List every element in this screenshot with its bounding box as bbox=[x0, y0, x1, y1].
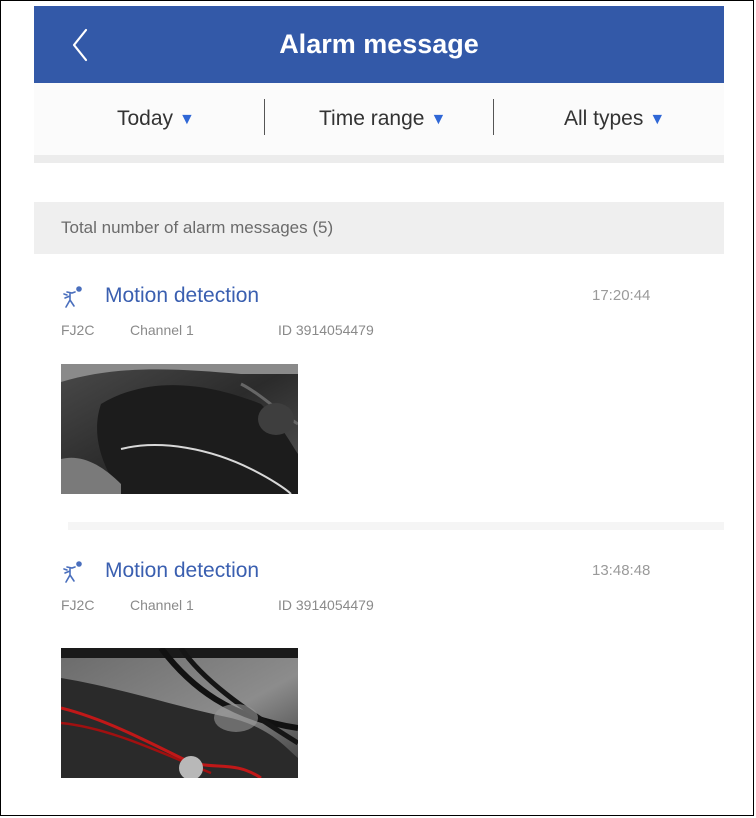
type-filter-dropdown[interactable]: All types ▼ bbox=[564, 83, 665, 155]
alarm-time: 17:20:44 bbox=[592, 287, 651, 304]
alarm-list-item[interactable]: Motion detection 13:48:48 FJ2C Channel 1… bbox=[34, 557, 724, 787]
date-filter-dropdown[interactable]: Today ▼ bbox=[117, 83, 195, 155]
triangle-down-icon: ▼ bbox=[179, 111, 195, 128]
triangle-down-icon: ▼ bbox=[430, 111, 447, 128]
channel-label: Channel 1 bbox=[130, 597, 194, 613]
device-name: FJ2C bbox=[61, 597, 95, 613]
page-title: Alarm message bbox=[279, 29, 479, 59]
alarm-snapshot-image[interactable] bbox=[61, 364, 298, 494]
time-range-filter-label: Time range bbox=[319, 107, 425, 130]
alarm-list-item[interactable]: Motion detection 17:20:44 FJ2C Channel 1… bbox=[34, 282, 724, 512]
alarm-type-label: Motion detection bbox=[105, 284, 260, 307]
list-separator bbox=[68, 522, 724, 530]
divider-band bbox=[34, 155, 724, 163]
motion-icon bbox=[63, 286, 82, 308]
alarm-snapshot-image[interactable] bbox=[61, 648, 298, 778]
alarm-time: 13:48:48 bbox=[592, 562, 651, 579]
device-name: FJ2C bbox=[61, 322, 95, 338]
type-filter-label: All types bbox=[564, 107, 644, 130]
triangle-down-icon: ▼ bbox=[649, 111, 666, 128]
alarm-type-label: Motion detection bbox=[105, 559, 260, 582]
motion-icon bbox=[63, 561, 82, 583]
filter-bar: Today ▼ Time range ▼ All types ▼ bbox=[34, 83, 724, 155]
snapshot-graphic bbox=[61, 364, 298, 494]
channel-label: Channel 1 bbox=[130, 322, 194, 338]
filter-divider bbox=[264, 99, 265, 135]
filter-divider bbox=[493, 99, 494, 135]
app-header: Alarm message bbox=[34, 6, 724, 83]
alarm-count-label: Total number of alarm messages (5) bbox=[61, 218, 334, 237]
snapshot-graphic bbox=[61, 648, 298, 778]
device-id: ID 3914054479 bbox=[278, 597, 374, 613]
date-filter-label: Today bbox=[117, 107, 174, 130]
alarm-count-bar: Total number of alarm messages (5) bbox=[34, 202, 724, 254]
device-id: ID 3914054479 bbox=[278, 322, 374, 338]
time-range-filter-dropdown[interactable]: Time range ▼ bbox=[319, 83, 446, 155]
